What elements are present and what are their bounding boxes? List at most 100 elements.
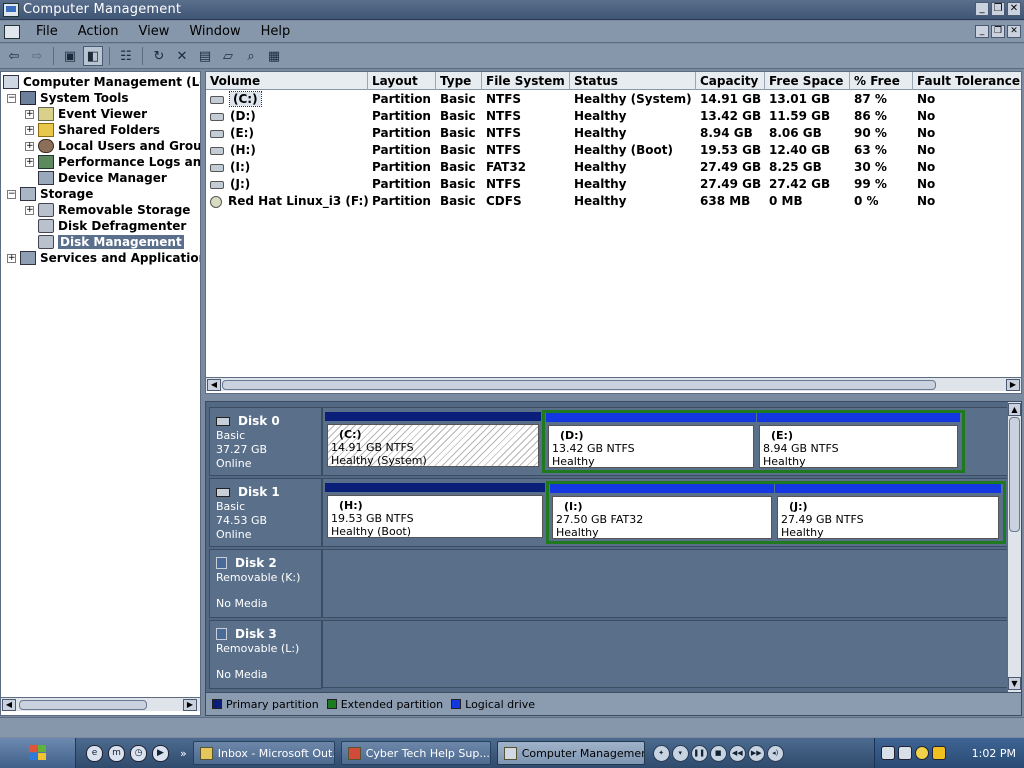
disk-view-vertical-scrollbar[interactable]: ▲ ▼ [1007,402,1021,692]
scroll-left-icon[interactable]: ◀ [2,699,16,711]
pause-icon[interactable]: ❚❚ [690,744,708,762]
start-button[interactable] [0,738,76,768]
volume-row[interactable]: (J:) Partition Basic NTFS Healthy 27.49 GB 27.… [206,176,1021,193]
scroll-right-icon[interactable]: ▶ [1006,379,1020,391]
menu-window[interactable]: Window [179,24,250,39]
volume-row[interactable]: Red Hat Linux_i3 (F:) Partition Basic CDFS H… [206,193,1021,210]
search-icon[interactable]: ⌕ [241,46,261,66]
partition-i[interactable]: (I:) 27.50 GB FAT32 Healthy [550,484,774,541]
disk-1-info[interactable]: Disk 1 Basic 74.53 GB Online [209,478,322,547]
column-header-type[interactable]: Type [436,72,482,90]
partition-d[interactable]: (D:) 13.42 GB NTFS Healthy [546,413,756,470]
tree-item-system-tools[interactable]: − System Tools [7,90,129,106]
warning-icon[interactable] [932,746,946,760]
media-menu-icon[interactable]: ▾ [671,744,689,762]
properties-sheet-icon[interactable]: ▤ [195,46,215,66]
smiley-icon[interactable] [915,746,929,760]
partition-c[interactable]: (C:) 14.91 GB NTFS Healthy (System) [325,412,541,469]
minimize-button[interactable]: _ [975,2,989,16]
next-icon[interactable]: ▶▶ [747,744,765,762]
child-close-button[interactable]: ✕ [1007,25,1021,38]
console-tree[interactable]: Computer Management (Lo − System Tools +… [0,71,201,716]
open-folder-icon[interactable]: ▱ [218,46,238,66]
collapse-icon[interactable]: − [7,93,16,103]
expand-icon[interactable]: + [25,109,34,119]
close-button[interactable]: ✕ [1007,2,1021,16]
menu-file[interactable]: File [26,24,68,39]
previous-icon[interactable]: ◀◀ [728,744,746,762]
column-header-percent-free[interactable]: % Free [850,72,913,90]
tree-item-performance-logs[interactable]: + Performance Logs an [25,154,200,170]
tree-item-shared-folders[interactable]: + Shared Folders [25,122,160,138]
clock[interactable]: 1:02 PM [972,747,1016,760]
taskbar-item-outlook[interactable]: Inbox - Microsoft Out... [192,741,335,765]
column-header-file-system[interactable]: File System [482,72,570,90]
tree-item-services-applications[interactable]: + Services and Application [7,250,200,266]
media-logo-icon[interactable]: ✦ [652,744,670,762]
scroll-up-icon[interactable]: ▲ [1008,403,1021,416]
extended-partition[interactable]: (I:) 27.50 GB FAT32 Healthy (J:) 27.49 G… [546,481,1006,544]
disk-layout-view[interactable]: Disk 0 Basic 37.27 GB Online (C:) 14.91 … [205,401,1022,716]
column-header-fault-tolerance[interactable]: Fault Tolerance [913,72,1021,90]
expand-icon[interactable]: + [25,125,34,135]
partition-h[interactable]: (H:) 19.53 GB NTFS Healthy (Boot) [325,483,545,540]
monitor-icon[interactable] [898,746,912,760]
expand-icon[interactable]: + [25,205,34,215]
volume-row[interactable]: (I:) Partition Basic FAT32 Healthy 27.49 GB 8.… [206,159,1021,176]
child-restore-button[interactable]: ❐ [991,25,1005,38]
settings-icon[interactable]: ▦ [264,46,284,66]
scroll-right-icon[interactable]: ▶ [183,699,197,711]
tree-item-removable-storage[interactable]: + Removable Storage [25,202,190,218]
collapse-icon[interactable]: − [7,189,16,199]
scroll-thumb[interactable] [1009,417,1020,532]
volume-icon[interactable]: ◂) [766,744,784,762]
column-header-status[interactable]: Status [570,72,696,90]
tree-item-disk-management[interactable]: Disk Management [38,234,184,250]
tree-item-local-users[interactable]: + Local Users and Grou [25,138,200,154]
quick-launch-more-icon[interactable]: » [180,747,187,760]
console-icon[interactable] [4,24,20,39]
scroll-thumb[interactable] [19,700,147,710]
child-minimize-button[interactable]: _ [975,25,989,38]
scroll-down-icon[interactable]: ▼ [1008,677,1021,690]
tree-item-event-viewer[interactable]: + Event Viewer [25,106,147,122]
partition-e[interactable]: (E:) 8.94 GB NTFS Healthy [757,413,960,470]
delete-icon[interactable]: ✕ [172,46,192,66]
tree-item-root[interactable]: Computer Management (Lo [3,74,200,90]
volume-list-horizontal-scrollbar[interactable]: ◀ ▶ [206,377,1021,391]
scroll-thumb[interactable] [222,380,936,390]
menu-view[interactable]: View [128,24,179,39]
title-bar[interactable]: Computer Management _ ❐ ✕ [0,0,1024,20]
show-hide-tree-icon[interactable]: ◧ [83,46,103,66]
expand-icon[interactable]: + [7,253,16,263]
menu-help[interactable]: Help [251,24,301,39]
column-header-layout[interactable]: Layout [368,72,436,90]
refresh-icon[interactable]: ↻ [149,46,169,66]
back-arrow-icon[interactable]: ⇦ [4,46,24,66]
column-header-free-space[interactable]: Free Space [765,72,850,90]
properties-icon[interactable]: ☷ [116,46,136,66]
volume-row[interactable]: (D:) Partition Basic NTFS Healthy 13.42 GB 11.… [206,108,1021,125]
internet-explorer-icon[interactable]: e [86,744,103,762]
column-header-volume[interactable]: Volume [206,72,368,90]
taskbar-item-computer-management[interactable]: Computer Management [496,741,645,765]
disk-0-info[interactable]: Disk 0 Basic 37.27 GB Online [209,407,322,476]
tree-item-disk-defragmenter[interactable]: Disk Defragmenter [38,218,186,234]
partition-j[interactable]: (J:) 27.49 GB NTFS Healthy [775,484,1001,541]
menu-action[interactable]: Action [68,24,129,39]
volume-row[interactable]: (E:) Partition Basic NTFS Healthy 8.94 GB 8.06… [206,125,1021,142]
stop-icon[interactable]: ■ [709,744,727,762]
expand-icon[interactable]: + [25,157,34,167]
clock-app-icon[interactable]: ◷ [130,744,147,762]
up-folder-icon[interactable]: ▣ [60,46,80,66]
tree-item-storage[interactable]: − Storage [7,186,93,202]
restore-button[interactable]: ❐ [991,2,1005,16]
volume-list[interactable]: Volume Layout Type File System Status Ca… [205,71,1022,394]
network-icon[interactable] [881,746,895,760]
disk-2-info[interactable]: Disk 2 Removable (K:) No Media [209,549,322,618]
tree-horizontal-scrollbar[interactable]: ◀ ▶ [1,697,200,711]
scroll-left-icon[interactable]: ◀ [207,379,221,391]
taskbar-item-browser[interactable]: Cyber Tech Help Sup... [340,741,491,765]
disk-3-info[interactable]: Disk 3 Removable (L:) No Media [209,620,322,689]
volume-row[interactable]: (C:) Partition Basic NTFS Healthy (System) 14… [206,91,1021,108]
